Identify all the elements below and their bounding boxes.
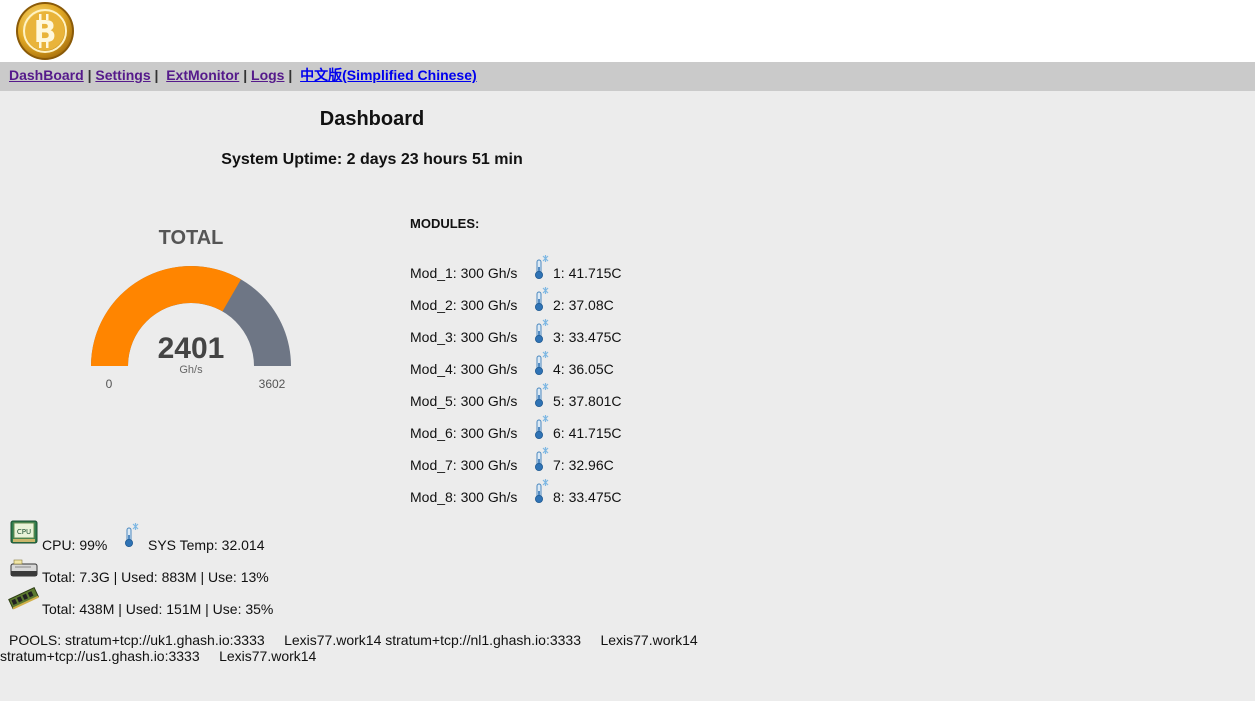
- thermometer-icon: [532, 478, 550, 504]
- gauge-title: TOTAL: [159, 227, 224, 249]
- pools-line-1: POOLS: stratum+tcp://uk1.ghash.io:3333 L…: [9, 632, 698, 648]
- nav-link-extmonitor[interactable]: ExtMonitor: [166, 67, 239, 83]
- gauge-unit: Gh/s: [179, 364, 203, 376]
- module-temperature: 5: 37.801C: [553, 393, 622, 409]
- module-hashrate: Mod_3: 300 Gh/s: [410, 329, 518, 345]
- module-hashrate: Mod_5: 300 Gh/s: [410, 393, 518, 409]
- page-title: Dashboard: [319, 108, 425, 130]
- module-hashrate: Mod_1: 300 Gh/s: [410, 265, 518, 281]
- thermometer-icon: [532, 382, 550, 408]
- pools-info: POOLS: stratum+tcp://uk1.ghash.io:3333 L…: [0, 632, 720, 664]
- cpu-chip-icon: CPU: [10, 520, 38, 544]
- module-temperature: 7: 32.96C: [553, 457, 614, 473]
- memory-usage: Total: 438M | Used: 151M | Use: 35%: [42, 601, 274, 617]
- bitcoin-logo-icon: B: [16, 2, 74, 60]
- pools-line-2: stratum+tcp://us1.ghash.io:3333 Lexis77.…: [0, 648, 317, 664]
- gauge-max-label: 3602: [259, 377, 286, 391]
- thermometer-icon: [532, 350, 550, 376]
- thermometer-icon: [532, 446, 550, 472]
- total-hashrate-gauge: TOTAL 2401 Gh/s 0 3602: [91, 227, 291, 391]
- module-hashrate: Mod_7: 300 Gh/s: [410, 457, 518, 473]
- cpu-usage: CPU: 99%: [42, 537, 108, 553]
- module-temperature: 2: 37.08C: [553, 297, 614, 313]
- module-hashrate: Mod_4: 300 Gh/s: [410, 361, 518, 377]
- cpu-row: CPU CPU: 99% SYS Temp: 32.014: [8, 520, 308, 553]
- nav-bar: DashBoard | Settings | ExtMonitor | Logs…: [0, 62, 1255, 91]
- nav-separator: |: [154, 67, 159, 83]
- module-temperature: 4: 36.05C: [553, 361, 614, 377]
- memory-module-icon: [8, 586, 40, 610]
- module-temperature: 1: 41.715C: [553, 265, 622, 281]
- nav-link-logs[interactable]: Logs: [251, 67, 284, 83]
- memory-row: Total: 438M | Used: 151M | Use: 35%: [8, 586, 328, 617]
- module-hashrate: Mod_2: 300 Gh/s: [410, 297, 518, 313]
- gauge-min-label: 0: [106, 377, 113, 391]
- system-uptime: System Uptime: 2 days 23 hours 51 min: [221, 151, 523, 168]
- module-hashrate: Mod_6: 300 Gh/s: [410, 425, 518, 441]
- cpu-icon-label: CPU: [17, 528, 31, 536]
- nav-separator: |: [243, 67, 248, 83]
- thermometer-icon: [532, 318, 550, 344]
- disk-usage: Total: 7.3G | Used: 883M | Use: 13%: [42, 569, 269, 585]
- hard-disk-icon: [10, 559, 38, 577]
- nav-link-dashboard[interactable]: DashBoard: [9, 67, 84, 83]
- nav-separator: |: [87, 67, 92, 83]
- modules-heading: MODULES:: [410, 216, 480, 231]
- thermometer-icon: [532, 286, 550, 312]
- module-temperature: 8: 33.475C: [553, 489, 622, 505]
- gauge-value: 2401: [158, 332, 225, 365]
- module-temperature: 6: 41.715C: [553, 425, 622, 441]
- module-hashrate: Mod_8: 300 Gh/s: [410, 489, 518, 505]
- thermometer-icon: [125, 523, 139, 547]
- disk-row: Total: 7.3G | Used: 883M | Use: 13%: [8, 556, 328, 586]
- module-temperature: 3: 33.475C: [553, 329, 622, 345]
- svg-text:B: B: [34, 15, 57, 50]
- header: B: [0, 0, 1255, 62]
- sys-temp: SYS Temp: 32.014: [148, 537, 265, 553]
- nav-link-chinese[interactable]: 中文版(Simplified Chinese): [300, 67, 477, 83]
- nav-link-settings[interactable]: Settings: [95, 67, 150, 83]
- thermometer-icon: [532, 414, 550, 440]
- nav-separator: |: [288, 67, 293, 83]
- thermometer-icon: [532, 254, 550, 280]
